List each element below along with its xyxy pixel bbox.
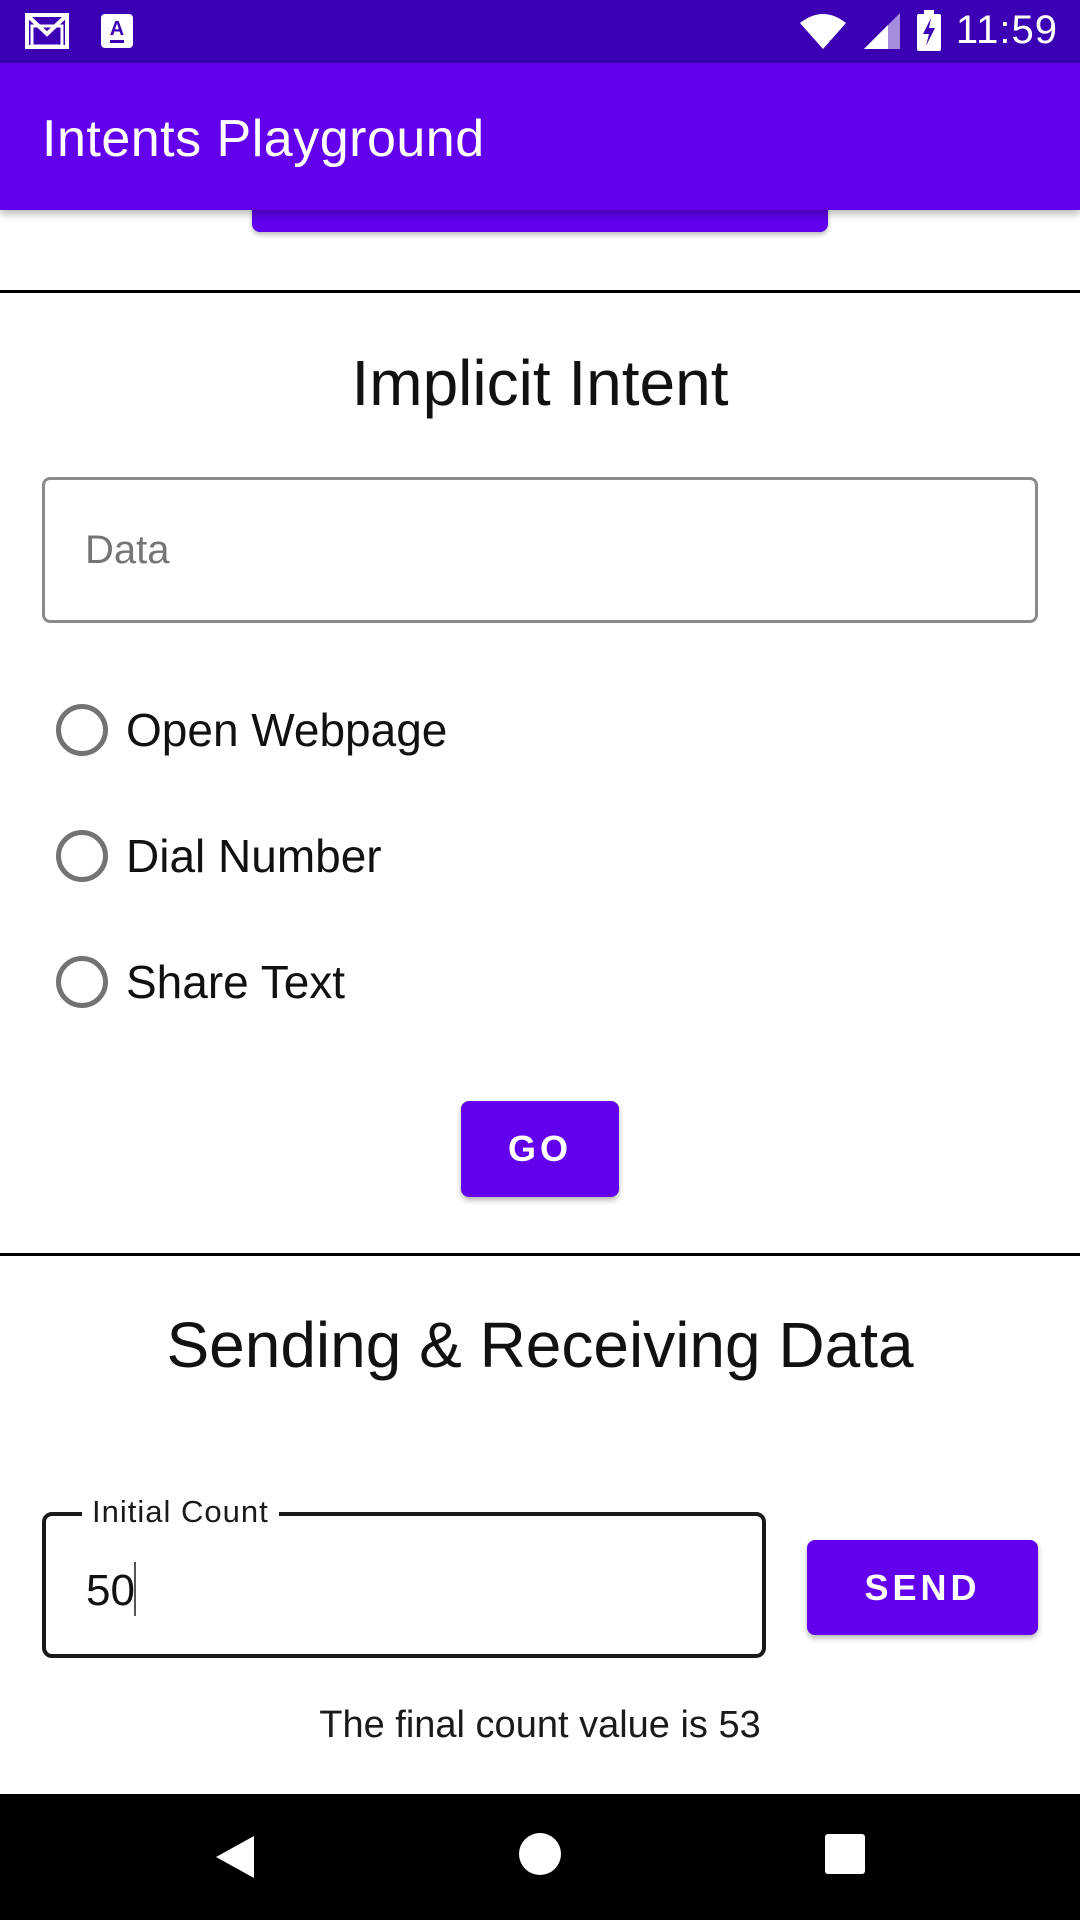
battery-charging-icon	[916, 9, 941, 51]
svg-text:x: x	[829, 36, 838, 51]
initial-count-field[interactable]: Initial Count 50	[42, 1494, 766, 1658]
go-button[interactable]: GO	[461, 1101, 619, 1197]
radio-button-icon[interactable]	[56, 704, 108, 756]
radio-label: Share Text	[126, 956, 346, 1008]
data-field[interactable]	[42, 477, 1038, 623]
status-left: A	[24, 12, 134, 50]
recents-icon[interactable]	[825, 1834, 865, 1874]
radio-label: Dial Number	[126, 830, 382, 882]
section-divider	[0, 290, 1080, 293]
app-title: Intents Playground	[42, 110, 485, 168]
sending-receiving-heading: Sending & Receiving Data	[166, 1309, 914, 1381]
svg-text:A: A	[110, 18, 124, 40]
app-notification-icon: A	[101, 14, 133, 48]
data-input[interactable]	[45, 480, 1035, 620]
signal-icon	[863, 12, 900, 49]
home-icon[interactable]	[519, 1833, 561, 1875]
radio-open-webpage[interactable]: Open Webpage	[56, 690, 447, 770]
navigation-bar	[0, 1794, 1080, 1920]
gmail-icon	[25, 13, 69, 49]
back-icon[interactable]	[214, 1834, 256, 1880]
screen: A x 11:59 Intents Playground Implicit In…	[0, 0, 1080, 1920]
status-bar: A x 11:59	[0, 0, 1080, 63]
radio-button-icon[interactable]	[56, 956, 108, 1008]
send-button[interactable]: SEND	[807, 1540, 1038, 1635]
status-right: x 11:59	[798, 8, 1058, 53]
section-divider	[0, 1253, 1080, 1256]
app-bar: Intents Playground	[0, 63, 1080, 210]
wifi-icon: x	[799, 13, 846, 51]
radio-label: Open Webpage	[126, 704, 448, 756]
radio-share-text[interactable]: Share Text	[56, 942, 345, 1022]
radio-button-icon[interactable]	[56, 830, 108, 882]
final-count-text: The final count value is 53	[319, 1704, 761, 1746]
text-cursor	[134, 1562, 136, 1616]
initial-count-value[interactable]: 50	[86, 1566, 135, 1616]
status-time: 11:59	[955, 8, 1058, 52]
implicit-intent-heading: Implicit Intent	[351, 347, 729, 419]
initial-count-label: Initial Count	[82, 1494, 279, 1530]
radio-dial-number[interactable]: Dial Number	[56, 816, 382, 896]
